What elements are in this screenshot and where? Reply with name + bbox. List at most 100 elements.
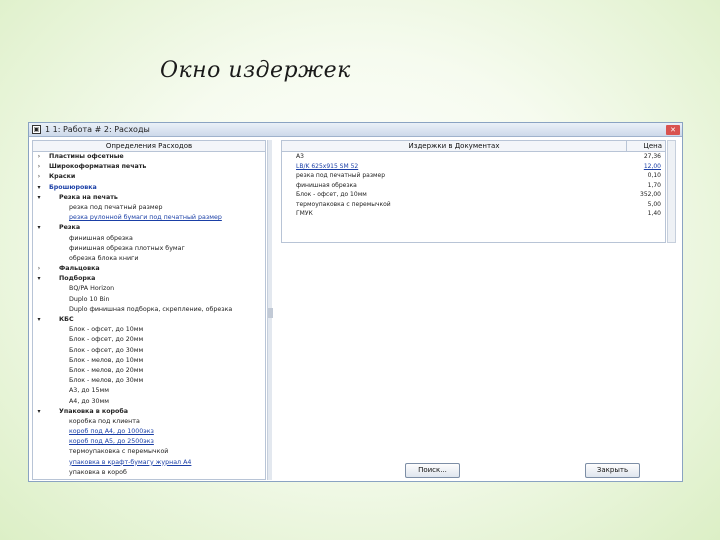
cost-price: 1,40 (647, 210, 661, 217)
cost-body: А3 27,36 LB/K 625x915 SM 52 12,00 резка под … (282, 152, 665, 219)
tree-item[interactable]: Блок - офсет, до 30мм (33, 346, 265, 356)
tree-item-label: Блок - офсет, до 20мм (69, 336, 144, 344)
close-button[interactable]: Закрыть (585, 463, 640, 478)
expand-arrow-icon[interactable]: ▾ (35, 407, 43, 417)
tree-item-label: коробка под клиента (69, 417, 140, 425)
tree-item[interactable]: Блок - мелов, до 10мм (33, 356, 265, 366)
tree-item[interactable]: › Широкоформатная печать (33, 162, 265, 172)
cost-definitions-header: Определения Расходов (33, 141, 265, 152)
tree-item-label: Duplo 10 Bin (69, 295, 110, 303)
tree-item[interactable]: резка под печатный размер (33, 203, 265, 213)
tree-item[interactable]: ▾ Резка на печать (33, 193, 265, 203)
tree-item-label: Упаковка в короба (59, 407, 129, 415)
tree-item[interactable]: Duplo финишная подборка, скрепление, обр… (33, 305, 265, 315)
tree-item[interactable]: обрезка блока книги (33, 254, 265, 264)
expand-arrow-icon[interactable]: ▾ (35, 315, 43, 325)
tree-item-label: упаковка в короб (69, 468, 127, 476)
document-costs-header: Издержки в Документах Цена (282, 141, 665, 152)
cost-name: LB/K 625x915 SM 52 (296, 162, 359, 170)
tree-item[interactable]: упаковка в крафт-бумагу журнал А4 (33, 458, 265, 468)
tree-item-label: Резка на печать (59, 193, 118, 201)
window-close-button[interactable]: ✕ (666, 124, 680, 135)
panel-splitter[interactable] (267, 140, 273, 480)
document-costs-list: Издержки в Документах Цена А3 27,36 LB/K 6… (281, 140, 666, 243)
tree-item[interactable]: › Фальцовка (33, 264, 265, 274)
tree-item-label: обрезка блока книги (69, 254, 139, 262)
column-header-name[interactable]: Издержки в Документах (282, 141, 627, 151)
cost-price: 1,70 (647, 181, 661, 189)
tree-item[interactable]: Блок - мелов, до 30мм (33, 376, 265, 386)
collapse-arrow-icon[interactable]: › (35, 152, 43, 162)
tree-item-label: А4, до 30мм (69, 397, 110, 405)
tree-item[interactable]: финишная обрезка (33, 234, 265, 244)
tree-item[interactable]: коробка под клиента (33, 417, 265, 427)
slide-title: Окно издержек (160, 58, 351, 83)
tree-item-label: термоупаковка с перемычкой (69, 448, 169, 456)
tree-item[interactable]: Блок - мелов, до 20мм (33, 366, 265, 376)
tree-item-label: Доставка (33, 479, 93, 480)
cost-row[interactable]: резка под печатный размер 0,10 (282, 171, 665, 181)
collapse-arrow-icon[interactable]: › (35, 264, 43, 274)
collapse-arrow-icon[interactable]: › (35, 478, 43, 479)
collapse-arrow-icon[interactable]: › (35, 172, 43, 182)
tree-item[interactable]: упаковка в короб (33, 468, 265, 478)
tree-item-label: короб под А4, до 1000экз (69, 428, 154, 436)
cost-name: Блок - офсет, до 10мм (296, 191, 367, 198)
tree-item[interactable]: › Пластины офсетные (33, 152, 265, 162)
tree-item[interactable]: А3, до 15мм (33, 386, 265, 396)
tree-item[interactable]: финишная обрезка плотных бумаг (33, 244, 265, 254)
window-titlebar: ▣ 1 1: Работа # 2: Расходы ✕ (29, 123, 682, 137)
tree-item[interactable]: Блок - офсет, до 10мм (33, 325, 265, 335)
expand-arrow-icon[interactable]: ▾ (35, 193, 43, 203)
cost-name: А3 (296, 153, 304, 160)
tree-item[interactable]: Duplo 10 Bin (33, 295, 265, 305)
tree-body: › Пластины офсетные › Широкоформатная печат… (33, 152, 265, 480)
search-button[interactable]: Поиск... (405, 463, 460, 478)
tree-item-label: Блок - офсет, до 30мм (69, 346, 144, 354)
cost-definitions-tree: Определения Расходов › Пластины офсетные ›… (32, 140, 266, 480)
splitter-thumb[interactable] (268, 308, 273, 318)
cost-row[interactable]: А3 27,36 (282, 152, 665, 162)
cost-price: 0,10 (647, 172, 661, 179)
tree-item-label: короб под А5, до 2500экз (69, 438, 154, 446)
tree-item[interactable]: ▾ Резка (33, 223, 265, 233)
cost-price: 352,00 (640, 191, 661, 198)
tree-item[interactable]: резка рулонной бумаги под печатный разме… (33, 213, 265, 223)
column-header-price[interactable]: Цена (627, 141, 665, 151)
expand-arrow-icon[interactable]: ▾ (35, 183, 43, 193)
expenses-window: ▣ 1 1: Работа # 2: Расходы ✕ Определения… (28, 122, 683, 482)
tree-item[interactable]: ▾ Упаковка в короба (33, 407, 265, 417)
tree-item[interactable]: › Краски (33, 172, 265, 182)
cost-row[interactable]: Блок - офсет, до 10мм 352,00 (282, 190, 665, 200)
tree-item-label: финишная обрезка (69, 234, 133, 242)
tree-item[interactable]: ▾ КБС (33, 315, 265, 325)
tree-item[interactable]: короб под А5, до 2500экз (33, 437, 265, 447)
tree-item[interactable]: А4, до 30мм (33, 397, 265, 407)
expand-arrow-icon[interactable]: ▾ (35, 274, 43, 284)
document-costs-scrollbar[interactable] (667, 140, 676, 243)
expand-arrow-icon[interactable]: ▾ (35, 223, 43, 233)
cost-row[interactable]: LB/K 625x915 SM 52 12,00 (282, 162, 665, 172)
tree-item[interactable]: ▾ Брошюровка (33, 183, 265, 193)
tree-item[interactable]: термоупаковка с перемычкой (33, 447, 265, 457)
tree-item-label: А3, до 15мм (69, 387, 110, 395)
tree-item[interactable]: ▾ Подборка (33, 274, 265, 284)
cost-name: резка под печатный размер (296, 172, 386, 179)
tree-item-label: BQ/PA Horizon (69, 285, 115, 293)
cost-name: финишная обрезка (296, 181, 357, 189)
tree-item-label: финишная обрезка плотных бумаг (69, 244, 185, 252)
collapse-arrow-icon[interactable]: › (35, 162, 43, 172)
app-icon: ▣ (32, 125, 41, 134)
cost-name: ГМУК (296, 210, 313, 217)
cost-row[interactable]: ГМУК 1,40 (282, 209, 665, 219)
tree-item[interactable]: Блок - офсет, до 20мм (33, 335, 265, 345)
cost-name: термоупаковка с перемычкой (296, 200, 391, 208)
tree-item[interactable]: короб под А4, до 1000экз (33, 427, 265, 437)
tree-item-label: Широкоформатная печать (49, 163, 147, 171)
tree-item-label: Блок - мелов, до 10мм (69, 356, 144, 364)
tree-item[interactable]: BQ/PA Horizon (33, 284, 265, 294)
tree-item[interactable]: ›Доставка (33, 478, 265, 480)
tree-item-label: Блок - мелов, до 30мм (69, 377, 144, 385)
cost-row[interactable]: финишная обрезка 1,70 (282, 181, 665, 191)
cost-row[interactable]: термоупаковка с перемычкой 5,00 (282, 200, 665, 210)
